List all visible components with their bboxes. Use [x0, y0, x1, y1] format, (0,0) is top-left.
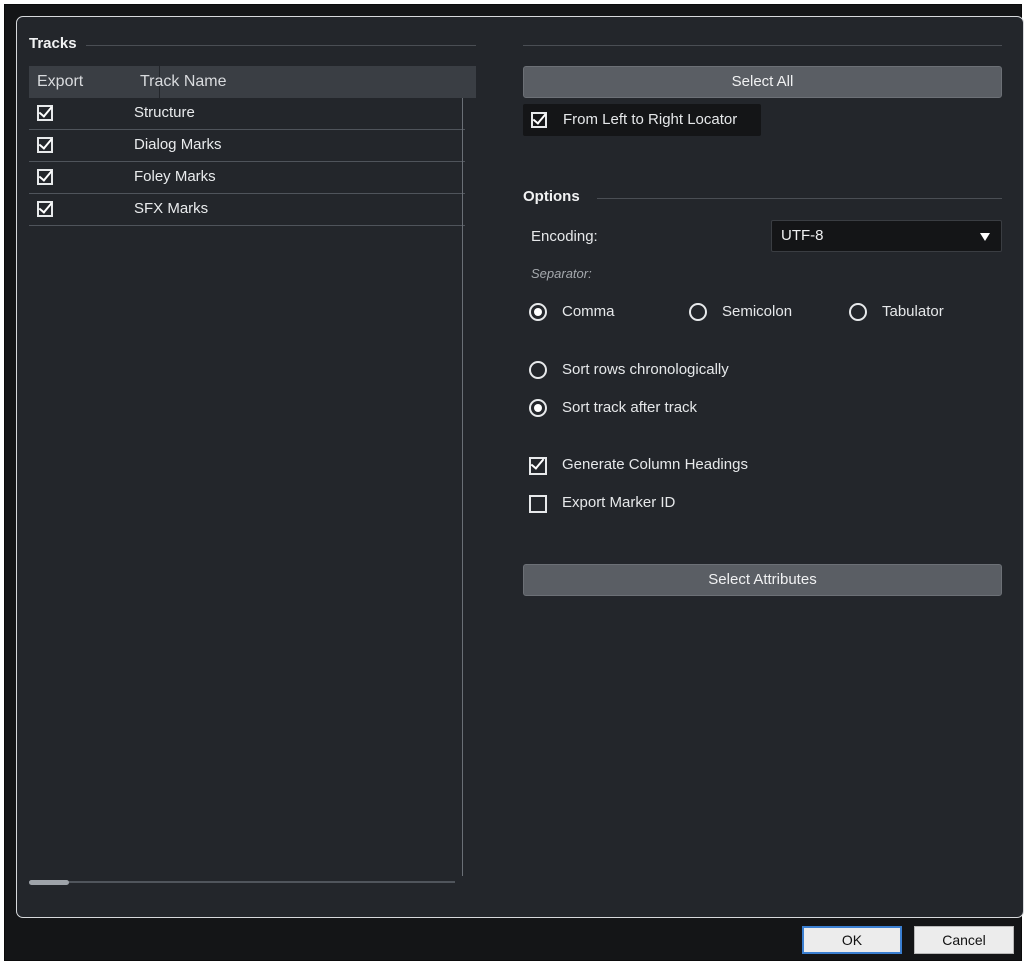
from-left-to-right-locator-checkbox[interactable] — [531, 112, 547, 128]
track-name: Foley Marks — [134, 168, 216, 185]
sort-track-after-track-label[interactable]: Sort track after track — [562, 399, 697, 416]
semicolon-label[interactable]: Semicolon — [722, 303, 792, 320]
from-left-to-right-locator-option[interactable]: From Left to Right Locator — [523, 104, 761, 136]
sort-track-after-track-radio[interactable] — [529, 399, 547, 417]
separator-label: Separator: — [531, 266, 592, 281]
export-marker-id-checkbox[interactable] — [529, 495, 547, 513]
vertical-scrollbar[interactable] — [462, 98, 463, 876]
tabulator-label[interactable]: Tabulator — [882, 303, 944, 320]
generate-column-headings-label[interactable]: Generate Column Headings — [562, 456, 748, 473]
column-header-export[interactable]: Export — [37, 66, 83, 98]
select-all-button[interactable]: Select All — [523, 66, 1002, 98]
tabulator-radio[interactable] — [849, 303, 867, 321]
track-name: Structure — [134, 104, 195, 121]
export-checkbox[interactable] — [37, 201, 53, 217]
tracks-table-header: Export Track Name — [29, 66, 476, 98]
options-section-title: Options — [523, 188, 580, 205]
export-checkbox[interactable] — [37, 137, 53, 153]
tracks-divider — [86, 45, 476, 46]
track-row[interactable]: SFX Marks — [29, 194, 465, 226]
track-name: Dialog Marks — [134, 136, 222, 153]
encoding-value: UTF-8 — [781, 227, 824, 244]
semicolon-radio[interactable] — [689, 303, 707, 321]
right-top-divider — [523, 45, 1002, 46]
comma-label[interactable]: Comma — [562, 303, 615, 320]
dropdown-arrow-icon — [980, 233, 990, 241]
column-header-track-name[interactable]: Track Name — [140, 66, 227, 98]
comma-radio[interactable] — [529, 303, 547, 321]
export-checkbox[interactable] — [37, 105, 53, 121]
select-attributes-button[interactable]: Select Attributes — [523, 564, 1002, 596]
horizontal-scrollbar[interactable] — [29, 881, 455, 883]
from-left-to-right-locator-label: From Left to Right Locator — [563, 111, 738, 128]
tracks-section-title: Tracks — [29, 35, 77, 52]
ok-button[interactable]: OK — [802, 926, 902, 954]
track-row[interactable]: Dialog Marks — [29, 130, 465, 162]
horizontal-scrollbar-thumb[interactable] — [29, 880, 69, 885]
generate-column-headings-checkbox[interactable] — [529, 457, 547, 475]
track-row[interactable]: Foley Marks — [29, 162, 465, 194]
sort-rows-chronologically-radio[interactable] — [529, 361, 547, 379]
sort-rows-chronologically-label[interactable]: Sort rows chronologically — [562, 361, 729, 378]
track-name: SFX Marks — [134, 200, 209, 217]
encoding-select[interactable]: UTF-8 — [771, 220, 1002, 252]
encoding-label: Encoding: — [531, 228, 598, 245]
export-marker-id-label[interactable]: Export Marker ID — [562, 494, 675, 511]
track-row[interactable]: Structure — [29, 98, 465, 130]
export-checkbox[interactable] — [37, 169, 53, 185]
cancel-button[interactable]: Cancel — [914, 926, 1014, 954]
options-divider — [597, 198, 1002, 199]
